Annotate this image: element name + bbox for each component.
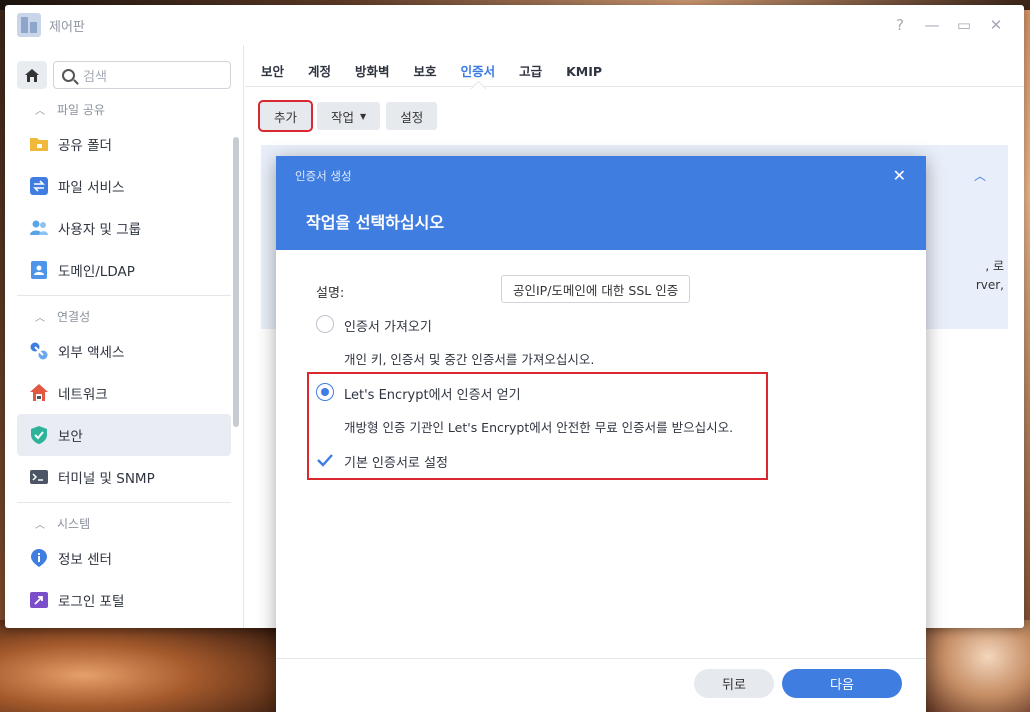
- control-panel-app-icon: [17, 13, 41, 37]
- sidebar-item-users-groups[interactable]: 사용자 및 그룹: [17, 207, 231, 249]
- import-certificate-label[interactable]: 인증서 가져오기: [344, 316, 432, 335]
- next-button[interactable]: 다음: [782, 669, 902, 698]
- import-certificate-radio[interactable]: [316, 315, 334, 333]
- import-certificate-hint: 개인 키, 인증서 및 중간 인증서를 가져오십시오.: [344, 352, 595, 367]
- window-title: 제어판: [49, 19, 85, 35]
- default-certificate-label[interactable]: 기본 인증서로 설정: [344, 452, 448, 471]
- sidebar-item-terminal-snmp[interactable]: 터미널 및 SNMP: [17, 456, 231, 498]
- domain-icon: [31, 261, 47, 279]
- network-icon: [30, 384, 48, 401]
- sidebar-item-external-access[interactable]: 외부 액세스: [17, 330, 231, 372]
- sidebar-item-label: 공유 폴더: [58, 138, 112, 154]
- shield-icon: [31, 426, 47, 444]
- description-label: 설명:: [316, 286, 345, 301]
- action-button[interactable]: 작업 ▼: [317, 102, 381, 130]
- search-icon: [62, 68, 75, 82]
- tab-bar: 보안 계정 방화벽 보호 인증서 고급 KMIP: [245, 45, 1024, 87]
- users-icon: [30, 220, 48, 235]
- chevron-up-icon: ︿: [35, 312, 45, 324]
- default-certificate-checkbox[interactable]: [316, 451, 334, 469]
- dialog-window-title: 인증서 생성: [295, 169, 352, 183]
- folder-icon: [30, 138, 48, 151]
- sidebar-item-label: 외부 액세스: [58, 345, 125, 361]
- dialog-title: 작업을 선택하십시오: [306, 213, 445, 232]
- caret-down-icon: ▼: [360, 111, 367, 121]
- sidebar-item-file-services[interactable]: 파일 서비스: [17, 165, 231, 207]
- tab-security[interactable]: 보안: [261, 45, 284, 87]
- chevron-up-icon[interactable]: ︿: [974, 167, 986, 184]
- desktop-wallpaper-left: [0, 620, 280, 712]
- sidebar-item-label: 사용자 및 그룹: [58, 222, 142, 238]
- info-icon: [31, 549, 47, 567]
- letsencrypt-hint: 개방형 인증 기관인 Let's Encrypt에서 안전한 무료 인증서를 받…: [344, 420, 734, 435]
- settings-button[interactable]: 설정: [386, 102, 438, 130]
- help-icon[interactable]: ?: [884, 16, 916, 34]
- maximize-icon[interactable]: ▭: [948, 16, 980, 34]
- sidebar-item-label: 정보 센터: [58, 552, 112, 568]
- file-services-icon: [30, 177, 48, 195]
- sidebar-item-login-portal[interactable]: 로그인 포털: [17, 579, 231, 621]
- sidebar-divider: [17, 295, 231, 296]
- tab-account[interactable]: 계정: [308, 45, 331, 87]
- sidebar-header: 검색: [5, 45, 243, 95]
- sidebar-item-domain-ldap[interactable]: 도메인/LDAP: [17, 249, 231, 291]
- add-button[interactable]: 추가: [257, 100, 314, 132]
- login-portal-icon: [30, 592, 48, 608]
- sidebar-item-shared-folder[interactable]: 공유 폴더: [17, 123, 231, 165]
- home-icon: [25, 68, 39, 82]
- tab-firewall[interactable]: 방화벽: [355, 45, 390, 87]
- sidebar-item-label: 파일 서비스: [58, 180, 125, 196]
- sidebar-item-label: 보안: [58, 429, 83, 445]
- sidebar-item-label: 로그인 포털: [58, 594, 125, 610]
- desktop-wallpaper-right: [925, 620, 1030, 712]
- description-field[interactable]: 공인IP/도메인에 대한 SSL 인증: [501, 275, 691, 303]
- letsencrypt-label[interactable]: Let's Encrypt에서 인증서 얻기: [344, 384, 521, 403]
- certificate-text-fragment: rver,: [975, 278, 1004, 292]
- window-titlebar: 제어판 ? — ▭ ✕: [5, 5, 1024, 45]
- close-icon[interactable]: ✕: [893, 166, 906, 185]
- certificate-toolbar: 추가 작업 ▼ 설정: [245, 87, 1024, 132]
- section-system[interactable]: ︿ 시스템: [5, 509, 243, 537]
- chevron-up-icon: ︿: [35, 105, 45, 117]
- sidebar-scrollbar[interactable]: [233, 137, 239, 427]
- sidebar-item-security[interactable]: 보안: [17, 414, 231, 456]
- sidebar-divider: [17, 502, 231, 503]
- terminal-icon: [30, 470, 48, 484]
- tab-kmip[interactable]: KMIP: [566, 45, 602, 87]
- sidebar-item-info-center[interactable]: 정보 센터: [17, 537, 231, 579]
- search-placeholder: 검색: [83, 69, 107, 85]
- dialog-header: 인증서 생성 ✕ 작업을 선택하십시오: [276, 156, 926, 250]
- letsencrypt-radio[interactable]: [316, 383, 334, 401]
- external-access-icon: [30, 342, 48, 360]
- dialog-footer: 뒤로 다음: [276, 658, 926, 712]
- window-controls: ? — ▭ ✕: [884, 16, 1012, 34]
- search-input[interactable]: 검색: [53, 61, 231, 89]
- back-button[interactable]: 뒤로: [694, 669, 774, 698]
- sidebar-item-network[interactable]: 네트워크: [17, 372, 231, 414]
- tab-protection[interactable]: 보호: [414, 45, 437, 87]
- checkmark-icon: [317, 454, 333, 467]
- sidebar-item-label: 네트워크: [58, 387, 108, 403]
- sidebar-item-label: 도메인/LDAP: [58, 264, 135, 280]
- sidebar-item-label: 터미널 및 SNMP: [58, 471, 155, 487]
- section-file-sharing[interactable]: ︿ 파일 공유: [5, 95, 243, 123]
- tab-certificate[interactable]: 인증서: [461, 45, 496, 87]
- certificate-text-fragment: , 로: [985, 259, 1004, 273]
- chevron-up-icon: ︿: [35, 519, 45, 531]
- create-certificate-dialog: 인증서 생성 ✕ 작업을 선택하십시오 설명: 공인IP/도메인에 대한 SSL…: [276, 156, 926, 712]
- sidebar: 검색 ︿ 파일 공유 공유 폴더 파일 서비스 사용자 및 그룹 도메인/LDAP…: [5, 45, 244, 628]
- section-connectivity[interactable]: ︿ 연결성: [5, 302, 243, 330]
- close-icon[interactable]: ✕: [980, 16, 1012, 34]
- dialog-body: 설명: 공인IP/도메인에 대한 SSL 인증 인증서 가져오기 개인 키, 인…: [276, 250, 926, 658]
- home-button[interactable]: [17, 61, 47, 89]
- tab-advanced[interactable]: 고급: [519, 45, 542, 87]
- minimize-icon[interactable]: —: [916, 16, 948, 34]
